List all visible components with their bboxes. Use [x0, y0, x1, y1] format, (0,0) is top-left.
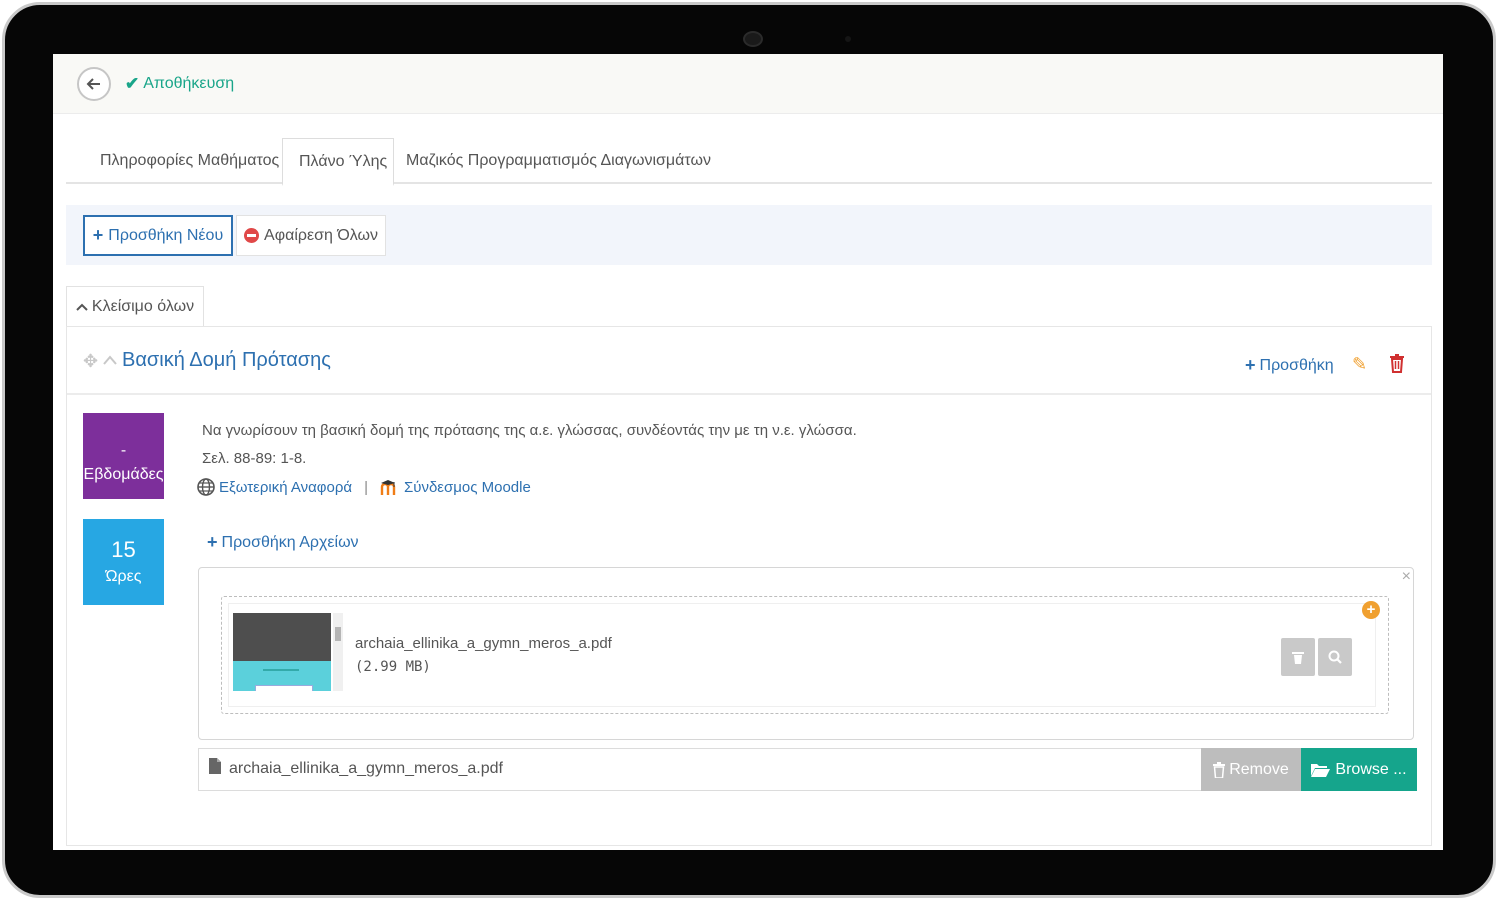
- trash-icon: [1292, 651, 1304, 664]
- preview-file-name: archaia_ellinika_a_gymn_meros_a.pdf: [355, 635, 612, 652]
- unit-panel: ✥ Βασική Δομή Πρότασης + Προσθήκη ✎ - Εβ…: [66, 326, 1432, 846]
- add-files-label: Προσθήκη Αρχείων: [221, 533, 359, 551]
- folder-open-icon: [1311, 764, 1331, 777]
- thumbnail-scrollbar[interactable]: [333, 613, 343, 691]
- camera: [743, 31, 763, 47]
- file-preview-item: archaia_ellinika_a_gymn_meros_a.pdf (2.9…: [228, 603, 1376, 707]
- external-reference-link[interactable]: Εξωτερική Αναφορά: [219, 479, 352, 496]
- plus-icon: +: [92, 225, 104, 245]
- top-toolbar: ✔ Αποθήκευση: [53, 54, 1443, 114]
- globe-icon: [197, 478, 215, 496]
- save-button[interactable]: ✔ Αποθήκευση: [125, 74, 234, 94]
- file-preview-frame: archaia_ellinika_a_gymn_meros_a.pdf (2.9…: [221, 596, 1389, 714]
- back-arrow-icon: [86, 78, 100, 90]
- remove-file-label: Remove: [1229, 760, 1289, 778]
- file-drop-zone[interactable]: × archaia_ellinika_a_gymn_meros_a.pdf (2…: [198, 567, 1414, 740]
- tab-bulk-exam-scheduling[interactable]: Μαζικός Προγραμματισμός Διαγωνισμάτων: [406, 138, 711, 184]
- unit-links: Εξωτερική Αναφορά | Σύνδεσμος Moodle: [197, 478, 531, 496]
- zoom-file-button[interactable]: [1318, 638, 1352, 676]
- tab-bar: Πληροφορίες Μαθήματος Πλάνο Ύλης Μαζικός…: [66, 138, 1432, 186]
- check-icon: ✔: [125, 74, 140, 93]
- add-files-button[interactable]: + Προσθήκη Αρχείων: [207, 532, 359, 553]
- pdf-thumbnail: [233, 613, 331, 691]
- plus-icon: +: [207, 532, 218, 552]
- plus-icon: +: [1245, 355, 1256, 375]
- chevron-up-icon[interactable]: [103, 354, 117, 366]
- unit-panel-header: ✥ Βασική Δομή Πρότασης + Προσθήκη ✎: [67, 327, 1431, 395]
- sensor: [845, 36, 851, 42]
- save-label: Αποθήκευση: [143, 75, 235, 92]
- add-new-label: Προσθήκη Νέου: [108, 226, 224, 244]
- delete-file-button[interactable]: [1281, 638, 1315, 676]
- zoom-icon: [1328, 650, 1342, 664]
- move-icon[interactable]: ✥: [83, 351, 98, 372]
- pencil-icon[interactable]: ✎: [1352, 354, 1367, 375]
- hours-value: 15: [111, 537, 136, 562]
- trash-icon: [1213, 761, 1226, 778]
- unit-title[interactable]: Βασική Δομή Πρότασης: [122, 349, 331, 372]
- preview-file-size: (2.99 MB): [355, 659, 431, 675]
- unit-pages: Σελ. 88-89: 1-8.: [202, 450, 307, 467]
- moodle-icon: [380, 480, 396, 495]
- plus-circle-icon[interactable]: +: [1362, 601, 1380, 619]
- remove-all-label: Αφαίρεση Όλων: [264, 226, 378, 244]
- weeks-dash: -: [120, 442, 127, 459]
- file-icon: [209, 758, 221, 774]
- unit-add-label: Προσθήκη: [1259, 356, 1334, 374]
- tab-course-info[interactable]: Πληροφορίες Μαθήματος: [100, 138, 279, 184]
- chevron-up-icon: [76, 303, 88, 311]
- browse-file-button[interactable]: Browse ...: [1301, 748, 1417, 791]
- unit-description: Να γνωρίσουν τη βασική δομή της πρότασης…: [202, 422, 857, 439]
- screen: ✔ Αποθήκευση Πληροφορίες Μαθήματος Πλάνο…: [53, 54, 1443, 850]
- back-button[interactable]: [77, 67, 111, 101]
- collapse-all-label: Κλείσιμο όλων: [91, 297, 195, 315]
- minus-circle-icon: [244, 228, 260, 243]
- unit-add-button[interactable]: + Προσθήκη: [1245, 355, 1334, 376]
- remove-all-button[interactable]: Αφαίρεση Όλων: [236, 215, 386, 256]
- hours-label: Ώρες: [105, 568, 142, 585]
- file-input-row: archaia_ellinika_a_gymn_meros_a.pdf Remo…: [198, 748, 1417, 791]
- tab-syllabus-plan[interactable]: Πλάνο Ύλης: [282, 138, 395, 186]
- weeks-label: Εβδομάδες: [83, 466, 164, 483]
- close-icon[interactable]: ×: [1402, 568, 1411, 586]
- browse-file-label: Browse ...: [1335, 760, 1407, 778]
- add-new-button[interactable]: + Προσθήκη Νέου: [83, 215, 233, 256]
- remove-file-button[interactable]: Remove: [1201, 748, 1301, 791]
- trash-icon[interactable]: [1389, 353, 1405, 373]
- selected-file-name[interactable]: archaia_ellinika_a_gymn_meros_a.pdf: [229, 760, 503, 778]
- weeks-box: - Εβδομάδες: [83, 413, 164, 499]
- action-bar: + Προσθήκη Νέου Αφαίρεση Όλων: [66, 205, 1432, 265]
- hours-box: 15 Ώρες: [83, 519, 164, 605]
- link-separator: |: [364, 478, 368, 496]
- collapse-all-button[interactable]: Κλείσιμο όλων: [66, 286, 204, 326]
- moodle-link[interactable]: Σύνδεσμος Moodle: [404, 479, 531, 496]
